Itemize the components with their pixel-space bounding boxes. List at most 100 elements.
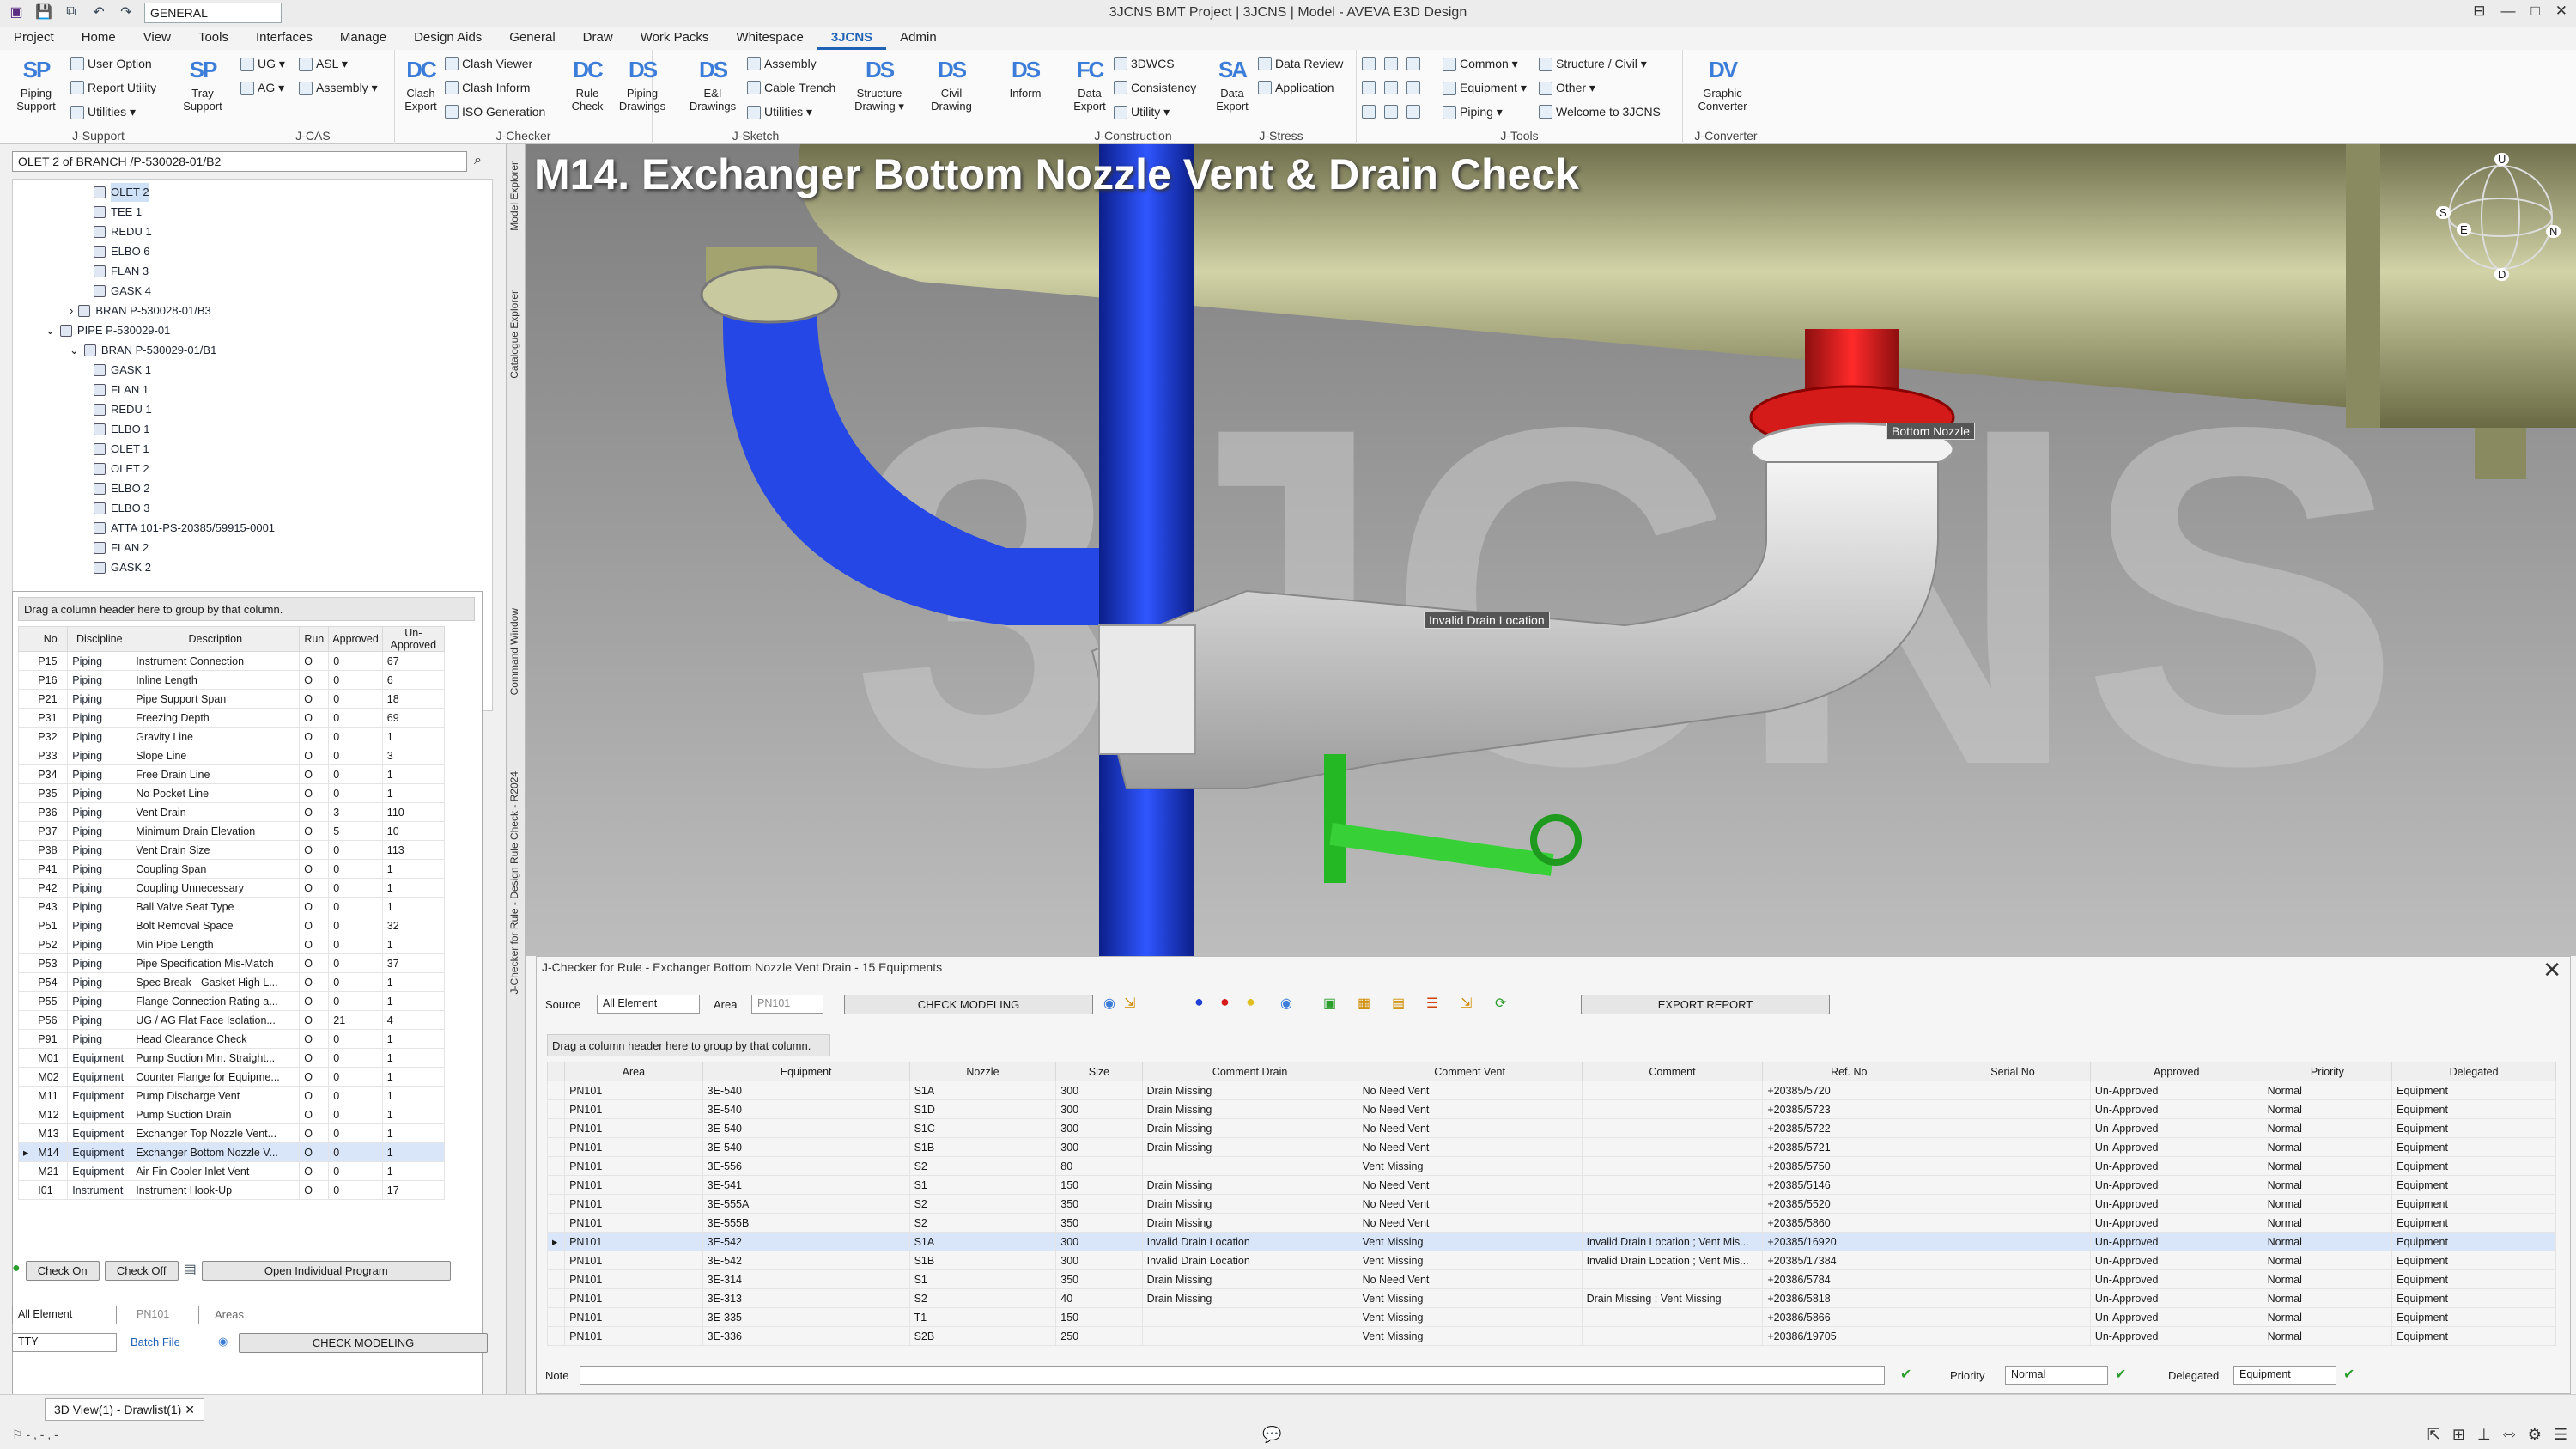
refresh-icon[interactable]: ⟳: [1495, 995, 1506, 1012]
tree-node[interactable]: ELBO 2: [94, 479, 150, 498]
menu-icon[interactable]: ☰: [2554, 1426, 2567, 1444]
table-row[interactable]: P38 Piping Vent Drain Size O 0 113: [17, 840, 445, 860]
blue-dot-icon[interactable]: ●: [1194, 993, 1204, 1011]
tree-node[interactable]: FLAN 2: [94, 539, 149, 557]
table-row[interactable]: P42 Piping Coupling Unnecessary O 0 1: [17, 878, 445, 898]
tab-home[interactable]: Home: [68, 27, 130, 50]
column-header[interactable]: Run: [299, 626, 330, 652]
chat-icon[interactable]: 💬: [1262, 1426, 1281, 1444]
asl-button[interactable]: ASL ▾: [299, 57, 348, 71]
check-on-button[interactable]: Check On: [25, 1261, 100, 1281]
user-option-button[interactable]: User Option: [70, 57, 152, 70]
column-header[interactable]: No: [33, 626, 69, 652]
mark-icon[interactable]: [1406, 81, 1420, 94]
result-row[interactable]: PN101 3E-540 S1D 300 Drain Missing No Need Ve…: [546, 1099, 2556, 1119]
view-compass[interactable]: U S E N D: [2436, 153, 2565, 282]
table-row[interactable]: P37 Piping Minimum Drain Elevation O 5 10: [17, 821, 445, 841]
tab-model-explorer[interactable]: Model Explorer: [508, 161, 520, 231]
globe-icon[interactable]: [1362, 105, 1376, 119]
tree-node[interactable]: OLET 1: [94, 440, 149, 459]
clash-export-button[interactable]: DC Clash Export: [397, 55, 445, 113]
camera-icon[interactable]: ◉: [1103, 995, 1115, 1012]
check-icon[interactable]: ✔: [2343, 1366, 2354, 1383]
export-report-button[interactable]: EXPORT REPORT: [1581, 995, 1830, 1014]
close-icon[interactable]: ✕: [2555, 3, 2567, 20]
area-select[interactable]: PN101: [751, 995, 823, 1014]
table-row[interactable]: P35 Piping No Pocket Line O 0 1: [17, 783, 445, 803]
tree-node[interactable]: OLET 2: [94, 183, 149, 202]
construction-data-export-button[interactable]: FC Data Export: [1066, 55, 1114, 113]
column-header[interactable]: Ref. No: [1762, 1062, 1936, 1081]
table-row[interactable]: P32 Piping Gravity Line O 0 1: [17, 727, 445, 746]
column-header[interactable]: Description: [131, 626, 301, 652]
open-individual-program-button[interactable]: Open Individual Program: [201, 1261, 451, 1281]
3d-viewport[interactable]: 3JCNS M14. Exchanger Bottom Nozzle Vent …: [526, 144, 2576, 956]
table-row[interactable]: P21 Piping Pipe Support Span O 0 18: [17, 689, 445, 709]
result-row[interactable]: PN101 3E-556 S2 80 Vent Missing +20385/5750 Un…: [546, 1156, 2556, 1176]
expander-icon[interactable]: ⌄: [70, 341, 79, 360]
column-header[interactable]: Equipment: [702, 1062, 910, 1081]
tab-catalogue-explorer[interactable]: Catalogue Explorer: [508, 290, 520, 379]
tree-node[interactable]: ELBO 3: [94, 499, 150, 518]
result-row[interactable]: PN101 3E-541 S1 150 Drain Missing No Need Ven…: [546, 1175, 2556, 1195]
yellow-dot-icon[interactable]: ●: [1246, 993, 1255, 1011]
tree-node[interactable]: GASK 2: [94, 558, 151, 577]
snapshot-icon[interactable]: ◉: [1280, 995, 1292, 1012]
tree-node[interactable]: OLET 2: [94, 460, 149, 478]
column-header[interactable]: Nozzle: [908, 1062, 1057, 1081]
iso-generation-button[interactable]: ISO Generation: [445, 105, 545, 119]
table-row[interactable]: M02 Equipment Counter Flange for Equipme..…: [17, 1067, 445, 1087]
result-row[interactable]: ▸ PN101 3E-542 S1A 300 Invalid Drain Location…: [546, 1232, 2556, 1251]
tab-j-checker[interactable]: J-Checker for Rule - Design Rule Check -…: [508, 771, 520, 994]
close-icon[interactable]: ✕: [185, 1403, 195, 1416]
ag-button[interactable]: AG ▾: [240, 81, 284, 95]
column-header[interactable]: Un-Approved: [381, 626, 445, 652]
priority-select[interactable]: Normal: [2005, 1366, 2108, 1385]
search-icon[interactable]: ⌕: [474, 153, 482, 168]
column-header[interactable]: Serial No: [1935, 1062, 2091, 1081]
globe-icon[interactable]: [1362, 57, 1376, 70]
tab-draw[interactable]: Draw: [569, 27, 627, 50]
mode-select[interactable]: TTY: [12, 1333, 117, 1352]
result-row[interactable]: PN101 3E-540 S1A 300 Drain Missing No Need Ve…: [546, 1081, 2556, 1100]
tree-node[interactable]: FLAN 1: [94, 381, 149, 399]
tab-view[interactable]: View: [130, 27, 185, 50]
delegated-select[interactable]: Equipment: [2233, 1366, 2336, 1385]
tab-general[interactable]: General: [495, 27, 568, 50]
tab-whitespace[interactable]: Whitespace: [722, 27, 817, 50]
maximize-icon[interactable]: □: [2530, 3, 2539, 20]
tree-node[interactable]: REDU 1: [94, 400, 152, 419]
table-row[interactable]: M21 Equipment Air Fin Cooler Inlet Vent O 0 1: [17, 1161, 445, 1181]
equipment-button[interactable]: Equipment ▾: [1443, 81, 1527, 95]
welcome-button[interactable]: Welcome to 3JCNS: [1539, 105, 1661, 119]
table-row[interactable]: P33 Piping Slope Line O 0 3: [17, 746, 445, 765]
ei-drawings-button[interactable]: DS E&I Drawings: [689, 55, 737, 113]
common-button[interactable]: Common ▾: [1443, 57, 1518, 71]
close-icon[interactable]: ✕: [2543, 957, 2561, 983]
pipe-tool-icon[interactable]: [1384, 81, 1398, 94]
tree-node[interactable]: ELBO 6: [94, 242, 150, 261]
grid-icon-1[interactable]: ▣: [1323, 995, 1336, 1012]
minimize-icon[interactable]: —: [2500, 3, 2515, 20]
result-row[interactable]: PN101 3E-540 S1B 300 Drain Missing No Need Ve…: [546, 1137, 2556, 1157]
utilities-sketch-button[interactable]: Utilities ▾: [747, 105, 812, 119]
check-icon[interactable]: ✔: [1900, 1366, 1911, 1383]
area-select[interactable]: PN101: [131, 1306, 199, 1324]
table-row[interactable]: P53 Piping Pipe Specification Mis-Match O 0 3…: [17, 953, 445, 973]
clash-inform-button[interactable]: Clash Inform: [445, 81, 530, 94]
globe-icon[interactable]: [1362, 81, 1376, 94]
table-row[interactable]: M12 Equipment Pump Suction Drain O 0 1: [17, 1105, 445, 1124]
utilities-button[interactable]: Utilities ▾: [70, 105, 136, 119]
restore-icon[interactable]: ⊟: [2473, 3, 2485, 20]
explorer-address-field[interactable]: OLET 2 of BRANCH /P-530028-01/B2: [12, 151, 467, 172]
check-off-button[interactable]: Check Off: [104, 1261, 179, 1281]
box-icon[interactable]: [1406, 105, 1420, 119]
tree-node[interactable]: ⌄ PIPE P-530029-01: [46, 321, 170, 340]
data-review-button[interactable]: Data Review: [1258, 57, 1343, 70]
pen-icon[interactable]: [1384, 105, 1398, 119]
tree-node[interactable]: ⌄ BRAN P-530029-01/B1: [70, 341, 216, 360]
batch-file-link[interactable]: Batch File: [131, 1336, 180, 1349]
scope-select[interactable]: All Element: [12, 1306, 117, 1324]
tab-admin[interactable]: Admin: [886, 27, 951, 50]
table-row[interactable]: M11 Equipment Pump Discharge Vent O 0 1: [17, 1086, 445, 1105]
